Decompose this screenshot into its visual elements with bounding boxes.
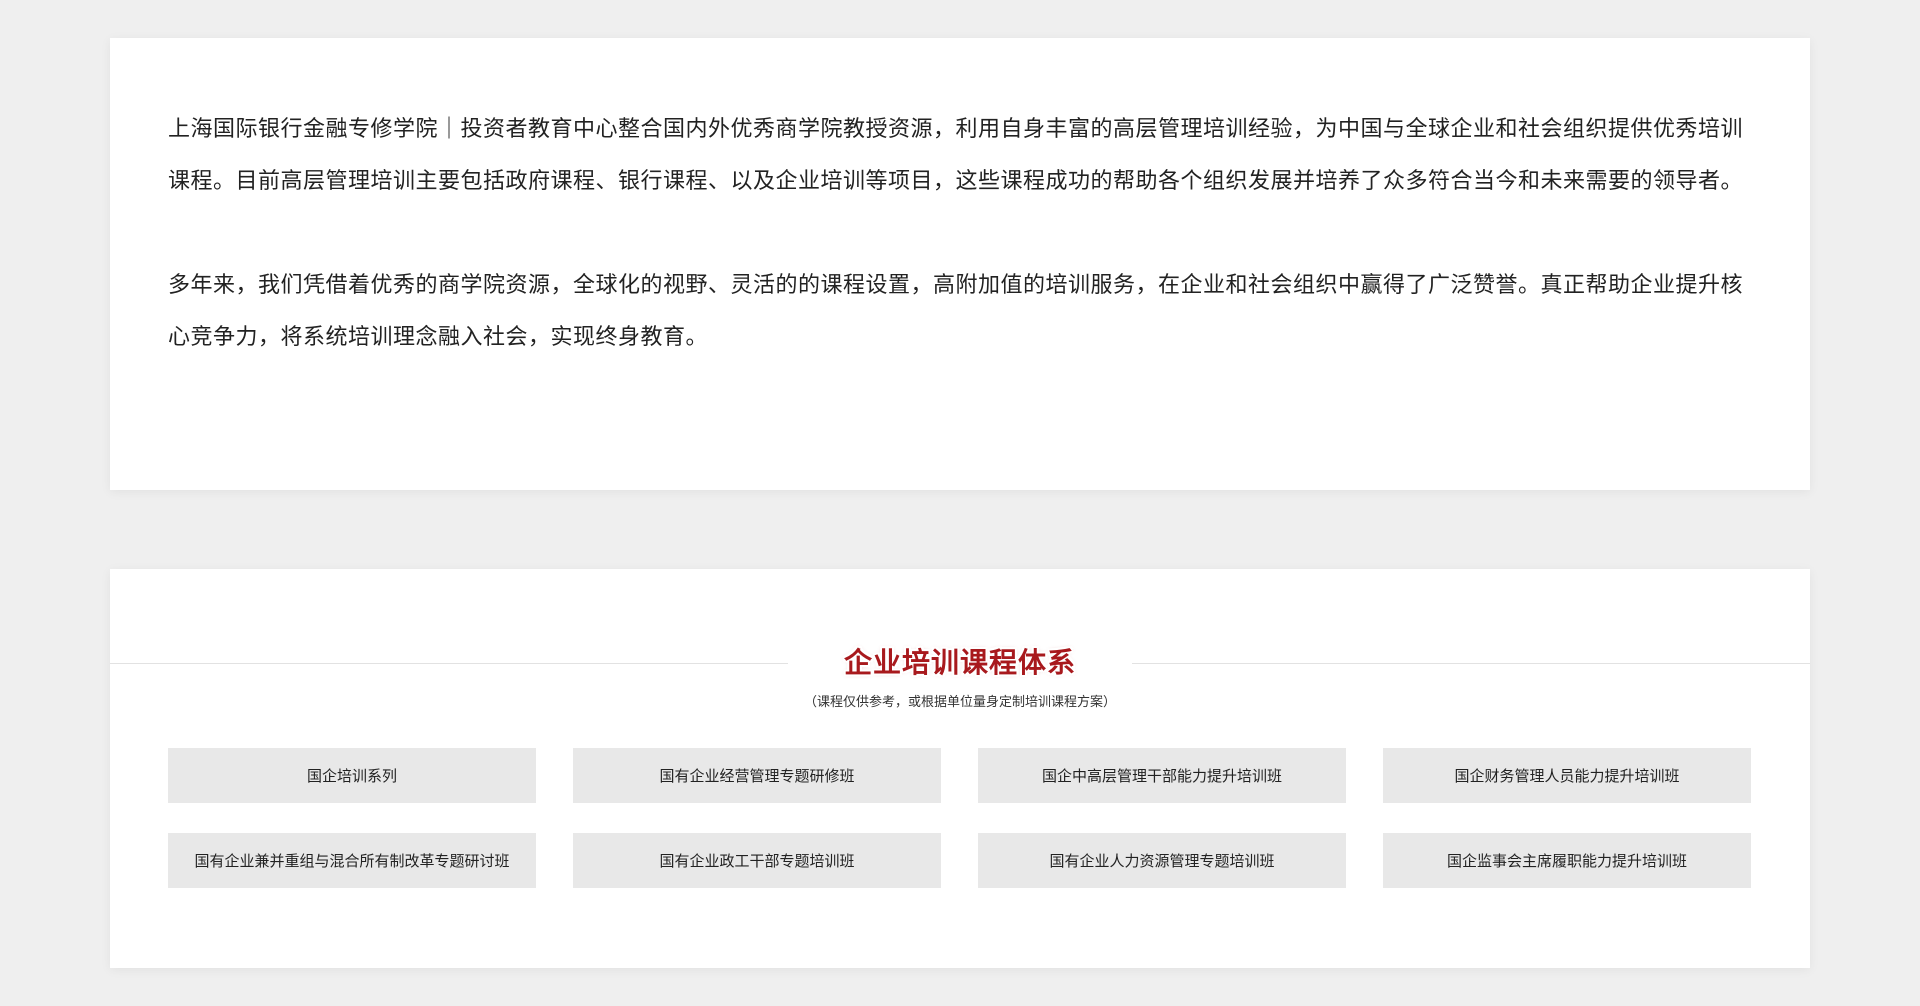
course-system-card: 企业培训课程体系 （课程仅供参考，或根据单位量身定制培训课程方案） 国企培训系列…	[110, 569, 1810, 968]
course-item[interactable]: 国企财务管理人员能力提升培训班	[1383, 748, 1751, 803]
intro-paragraph-2: 多年来，我们凭借着优秀的商学院资源，全球化的视野、灵活的的课程设置，高附加值的培…	[168, 273, 1744, 350]
intro-card: 上海国际银行金融专修学院｜投资者教育中心整合国内外优秀商学院教授资源，利用自身丰…	[110, 38, 1810, 490]
course-item[interactable]: 国企培训系列	[168, 748, 536, 803]
course-grid: 国企培训系列 国有企业经营管理专题研修班 国企中高层管理干部能力提升培训班 国企…	[168, 748, 1753, 888]
course-item[interactable]: 国有企业政工干部专题培训班	[573, 833, 941, 888]
course-item[interactable]: 国有企业经营管理专题研修班	[573, 748, 941, 803]
course-item[interactable]: 国企中高层管理干部能力提升培训班	[978, 748, 1346, 803]
course-item[interactable]: 国有企业人力资源管理专题培训班	[978, 833, 1346, 888]
intro-paragraph-1: 上海国际银行金融专修学院｜投资者教育中心整合国内外优秀商学院教授资源，利用自身丰…	[168, 117, 1744, 194]
course-item[interactable]: 国有企业兼并重组与混合所有制改革专题研讨班	[168, 833, 536, 888]
section-title: 企业培训课程体系	[843, 646, 1076, 679]
course-item[interactable]: 国企监事会主席履职能力提升培训班	[1383, 833, 1751, 888]
section-subtitle: （课程仅供参考，或根据单位量身定制培训课程方案）	[803, 695, 1116, 710]
